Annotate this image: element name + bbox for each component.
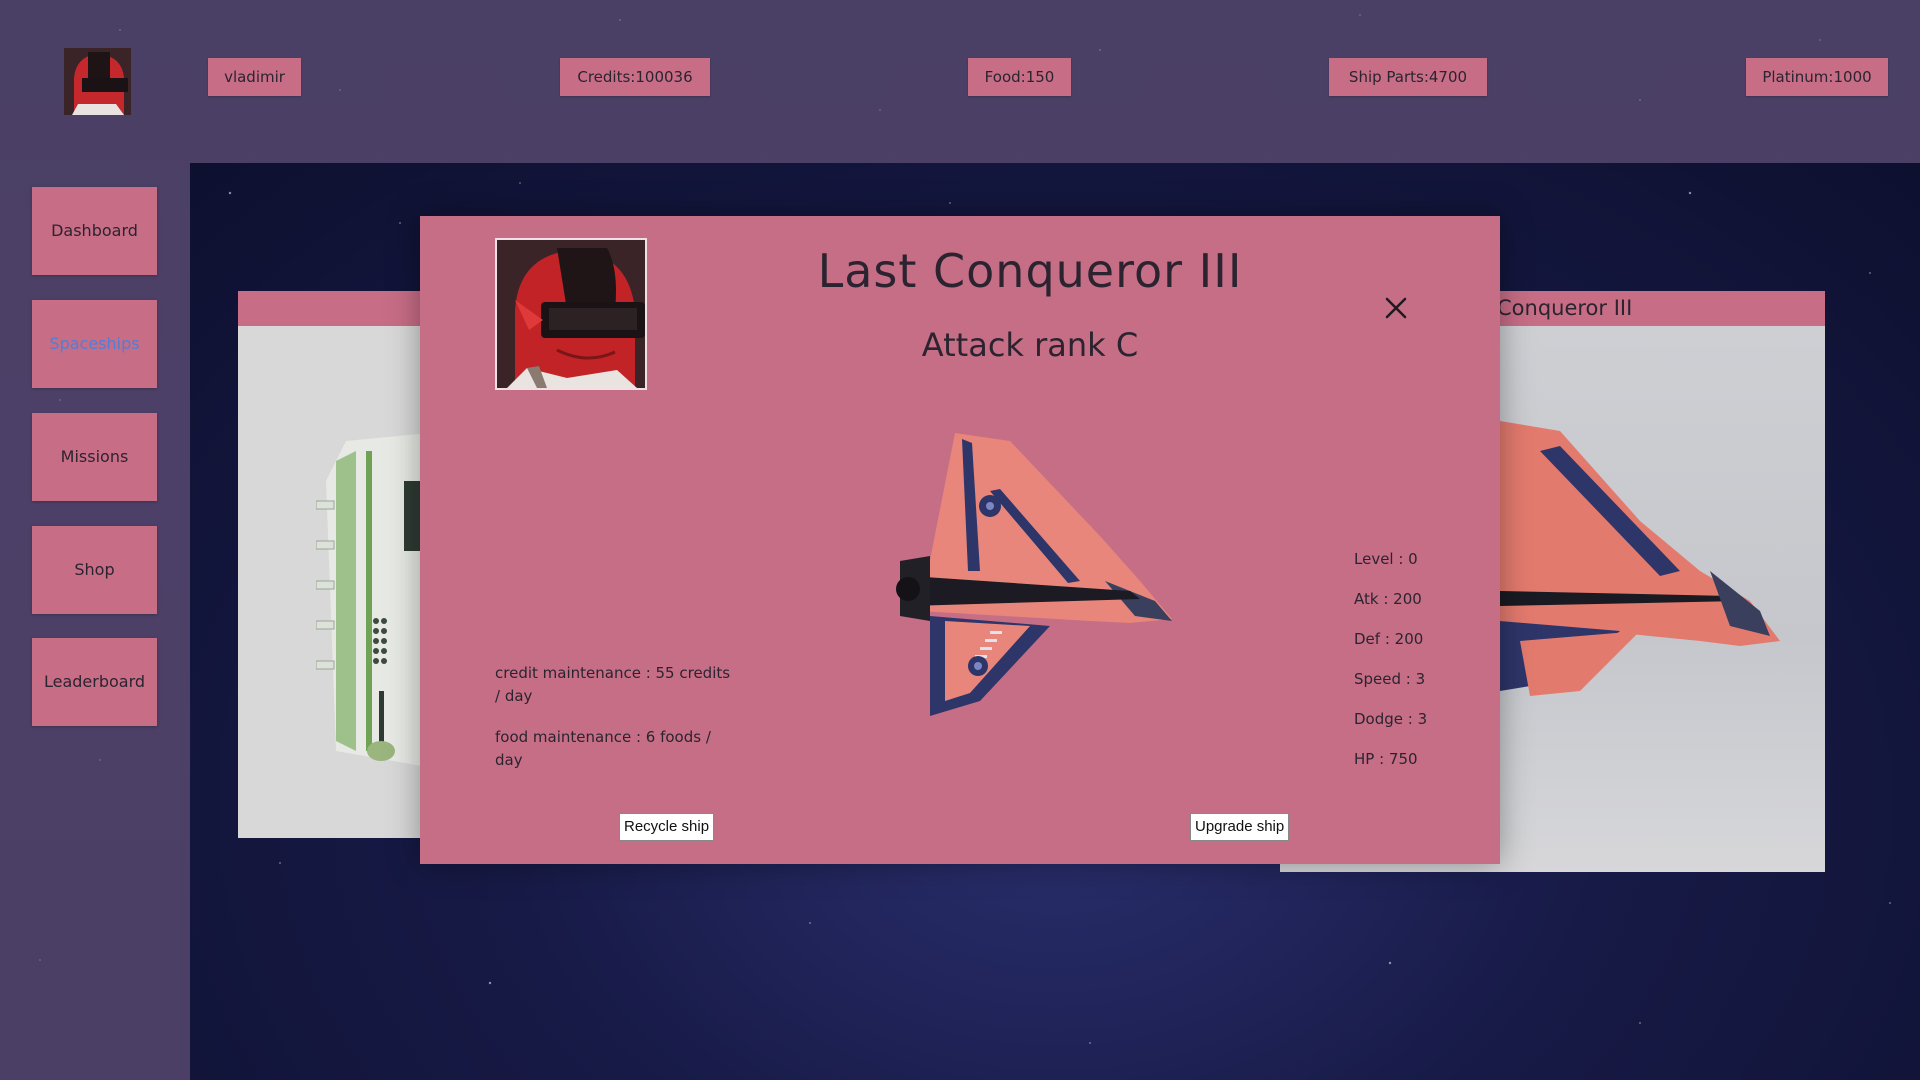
credits-counter: Credits:100036 <box>560 58 710 96</box>
sidebar-item-shop[interactable]: Shop <box>32 526 157 614</box>
ship-card-left-header <box>238 291 450 326</box>
stat-speed: Speed : 3 <box>1354 670 1426 688</box>
ship-card-left[interactable] <box>238 291 450 838</box>
ship-name-title: Last Conqueror III <box>817 244 1243 298</box>
close-icon[interactable] <box>1384 296 1408 320</box>
ship-detail-modal: Last Conqueror III Attack rank C credit … <box>420 216 1500 864</box>
platinum-counter: Platinum:1000 <box>1746 58 1888 96</box>
avatar[interactable] <box>64 48 131 115</box>
ship-parts-counter: Ship Parts:4700 <box>1329 58 1487 96</box>
credit-maintenance: credit maintenance : 55 credits / day <box>495 664 731 705</box>
sidebar-item-leaderboard[interactable]: Leaderboard <box>32 638 157 726</box>
ship-stats: Level : 0 Atk : 200 Def : 200 Speed : 3 … <box>1354 550 1427 790</box>
upgrade-ship-button[interactable]: Upgrade ship <box>1190 813 1290 841</box>
sidebar-item-spaceships[interactable]: Spaceships <box>32 300 157 388</box>
stat-def: Def : 200 <box>1354 630 1424 648</box>
food-counter: Food:150 <box>968 58 1071 96</box>
food-maintenance: food maintenance : 6 foods / day <box>495 728 711 769</box>
username-badge: vladimir <box>208 58 301 96</box>
stat-atk: Atk : 200 <box>1354 590 1422 608</box>
attack-rank: Attack rank C <box>921 326 1139 364</box>
ship-card-right-title: Conqueror III <box>1497 296 1633 320</box>
stat-level: Level : 0 <box>1354 550 1418 568</box>
recycle-ship-button[interactable]: Recycle ship <box>619 813 715 841</box>
sidebar-item-dashboard[interactable]: Dashboard <box>32 187 157 275</box>
stat-dodge: Dodge : 3 <box>1354 710 1428 728</box>
ship-image <box>896 433 1172 716</box>
stat-hp: HP : 750 <box>1354 750 1418 768</box>
sidebar-item-missions[interactable]: Missions <box>32 413 157 501</box>
ship-image-right <box>1500 421 1780 696</box>
